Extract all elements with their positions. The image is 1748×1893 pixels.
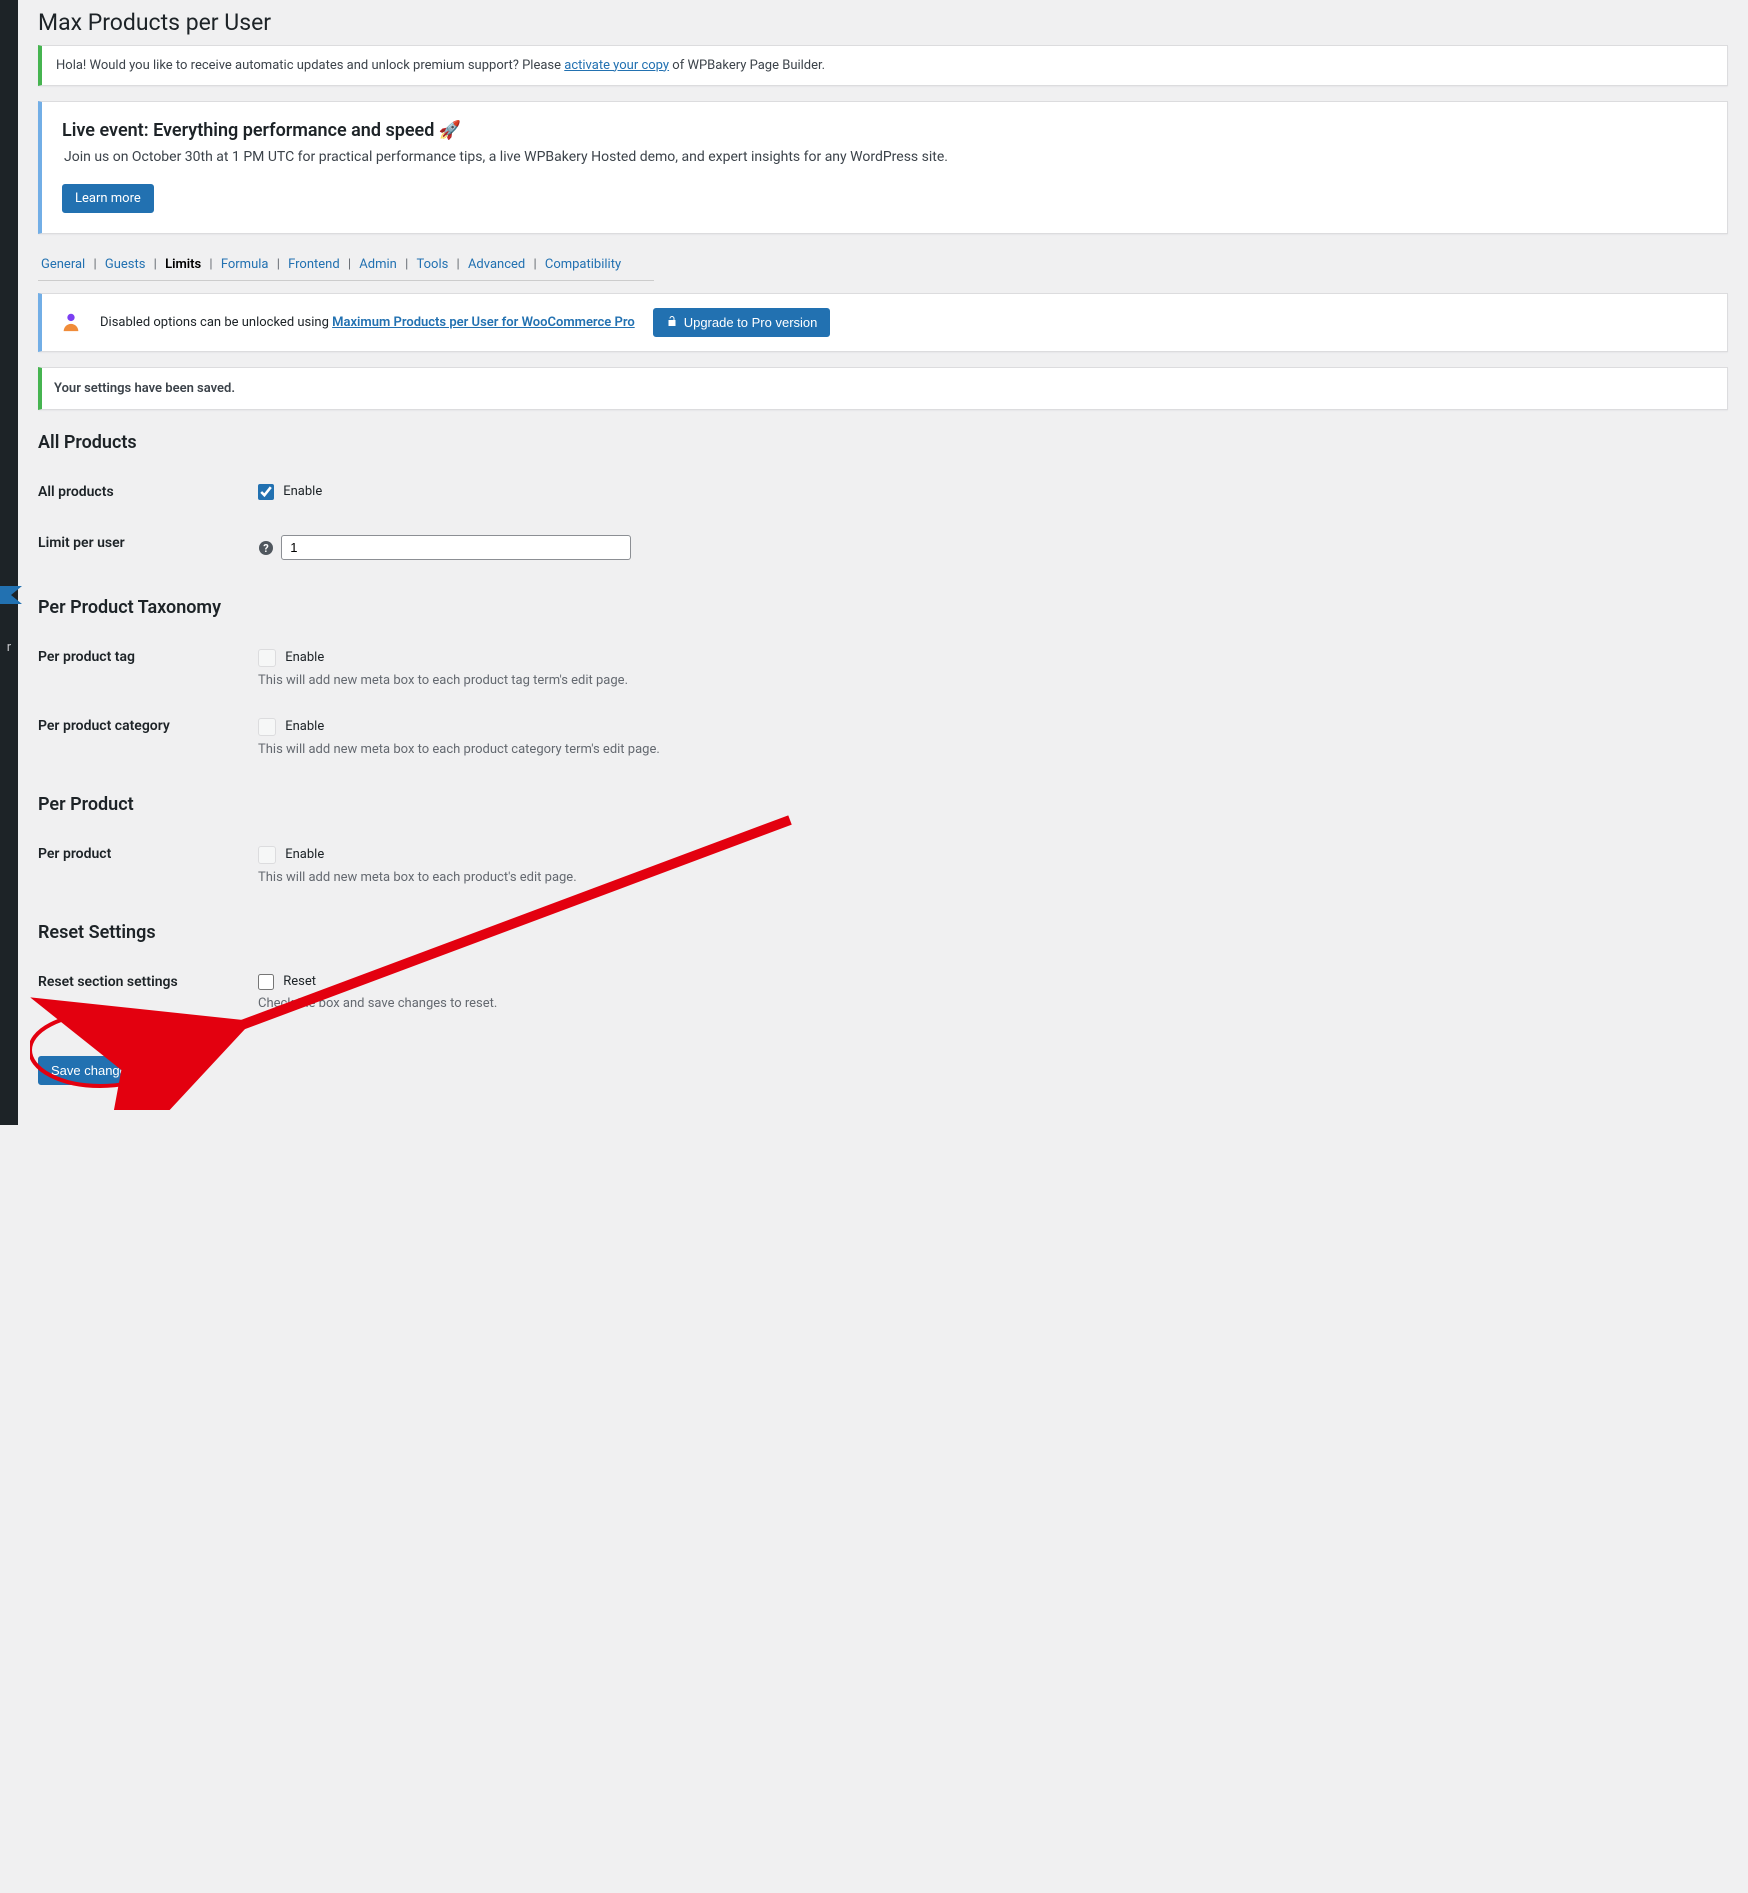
- form-table-all-products: All products Enable Limit per user ?: [38, 469, 1728, 575]
- notice-pro-upsell: Disabled options can be unlocked using M…: [38, 293, 1728, 352]
- sidebar-item-fragment[interactable]: r: [0, 632, 18, 664]
- upgrade-pro-button[interactable]: Upgrade to Pro version: [653, 308, 831, 337]
- notice-settings-saved: Your settings have been saved.: [38, 367, 1728, 410]
- row-per-product-tag: Per product tag Enable This will add new…: [38, 634, 1728, 703]
- all-products-enable-checkbox[interactable]: [258, 484, 274, 500]
- row-all-products: All products Enable: [38, 469, 1728, 520]
- notice-text: Hola! Would you like to receive automati…: [56, 58, 564, 73]
- enable-text: Enable: [285, 650, 324, 665]
- svg-text:?: ?: [263, 542, 269, 555]
- tab-general[interactable]: General: [38, 257, 88, 272]
- per-cat-enable-checkbox: [258, 718, 276, 736]
- per-cat-enable-label: Enable: [258, 719, 324, 734]
- section-all-products-heading: All Products: [38, 432, 1728, 453]
- reset-checkbox[interactable]: [258, 974, 274, 990]
- submit-wrap: Save changes: [38, 1056, 1728, 1085]
- event-title-text: Live event: Everything performance and s…: [62, 120, 439, 141]
- per-tag-enable-checkbox: [258, 649, 276, 667]
- tab-frontend[interactable]: Frontend: [285, 257, 343, 272]
- enable-text: Enable: [285, 719, 324, 734]
- section-reset-heading: Reset Settings: [38, 922, 1728, 943]
- tab-limits[interactable]: Limits: [162, 257, 204, 272]
- row-per-product: Per product Enable This will add new met…: [38, 831, 1728, 900]
- per-product-description: This will add new meta box to each produ…: [258, 870, 1718, 885]
- pro-text-pre: Disabled options can be unlocked using: [100, 315, 332, 330]
- page-wrap: r Max Products per User Hola! Would you …: [0, 0, 1748, 1125]
- row-per-product-category: Per product category Enable This will ad…: [38, 703, 1728, 772]
- row-reset-section: Reset section settings Reset Check the b…: [38, 959, 1728, 1026]
- form-table-reset: Reset section settings Reset Check the b…: [38, 959, 1728, 1026]
- form-table-per-taxonomy: Per product tag Enable This will add new…: [38, 634, 1728, 772]
- pro-link[interactable]: Maximum Products per User for WooCommerc…: [332, 315, 635, 330]
- settings-tabs: General | Guests | Limits | Formula | Fr…: [38, 257, 654, 281]
- reset-label[interactable]: Reset: [258, 974, 316, 989]
- label-per-product-category: Per product category: [38, 703, 248, 772]
- section-per-taxonomy-heading: Per Product Taxonomy: [38, 597, 1728, 618]
- rocket-icon: 🚀: [439, 120, 461, 141]
- tab-compatibility[interactable]: Compatibility: [542, 257, 624, 272]
- label-per-product-tag: Per product tag: [38, 634, 248, 703]
- per-product-enable-label: Enable: [258, 847, 324, 862]
- all-products-enable-label[interactable]: Enable: [258, 484, 322, 499]
- label-reset-section: Reset section settings: [38, 959, 248, 1026]
- help-icon[interactable]: ?: [258, 540, 274, 556]
- tab-tools[interactable]: Tools: [413, 257, 451, 272]
- enable-text: Enable: [285, 847, 324, 862]
- row-limit-per-user: Limit per user ?: [38, 520, 1728, 575]
- tab-guests[interactable]: Guests: [102, 257, 149, 272]
- learn-more-button[interactable]: Learn more: [62, 184, 154, 213]
- notice-text: of WPBakery Page Builder.: [669, 58, 825, 73]
- activate-copy-link[interactable]: activate your copy: [564, 58, 669, 73]
- reset-description: Check the box and save changes to reset.: [258, 996, 1718, 1011]
- pro-text: Disabled options can be unlocked using M…: [100, 315, 635, 330]
- per-tag-description: This will add new meta box to each produ…: [258, 673, 1718, 688]
- notice-live-event: Live event: Everything performance and s…: [38, 101, 1728, 234]
- label-per-product: Per product: [38, 831, 248, 900]
- event-body: Join us on October 30th at 1 PM UTC for …: [62, 145, 1707, 170]
- event-title: Live event: Everything performance and s…: [62, 120, 1707, 141]
- per-cat-description: This will add new meta box to each produ…: [258, 742, 1718, 757]
- save-changes-button[interactable]: Save changes: [38, 1056, 146, 1085]
- label-all-products: All products: [38, 469, 248, 520]
- unlock-icon: [666, 315, 678, 330]
- notice-activate-license: Hola! Would you like to receive automati…: [38, 45, 1728, 86]
- limit-per-user-input[interactable]: [281, 535, 631, 560]
- admin-sidebar: r: [0, 0, 18, 1125]
- tab-formula[interactable]: Formula: [218, 257, 272, 272]
- user-icon: [60, 311, 82, 333]
- tab-advanced[interactable]: Advanced: [465, 257, 528, 272]
- enable-text: Enable: [283, 484, 322, 499]
- section-per-product-heading: Per Product: [38, 794, 1728, 815]
- per-product-enable-checkbox: [258, 846, 276, 864]
- reset-text: Reset: [283, 974, 316, 989]
- main-content: Max Products per User Hola! Would you li…: [18, 0, 1748, 1125]
- form-table-per-product: Per product Enable This will add new met…: [38, 831, 1728, 900]
- label-limit-per-user: Limit per user: [38, 520, 248, 575]
- page-title: Max Products per User: [38, 0, 1728, 40]
- per-tag-enable-label: Enable: [258, 650, 324, 665]
- saved-text: Your settings have been saved.: [54, 381, 1715, 396]
- upgrade-button-label: Upgrade to Pro version: [684, 315, 818, 330]
- tab-admin[interactable]: Admin: [356, 257, 400, 272]
